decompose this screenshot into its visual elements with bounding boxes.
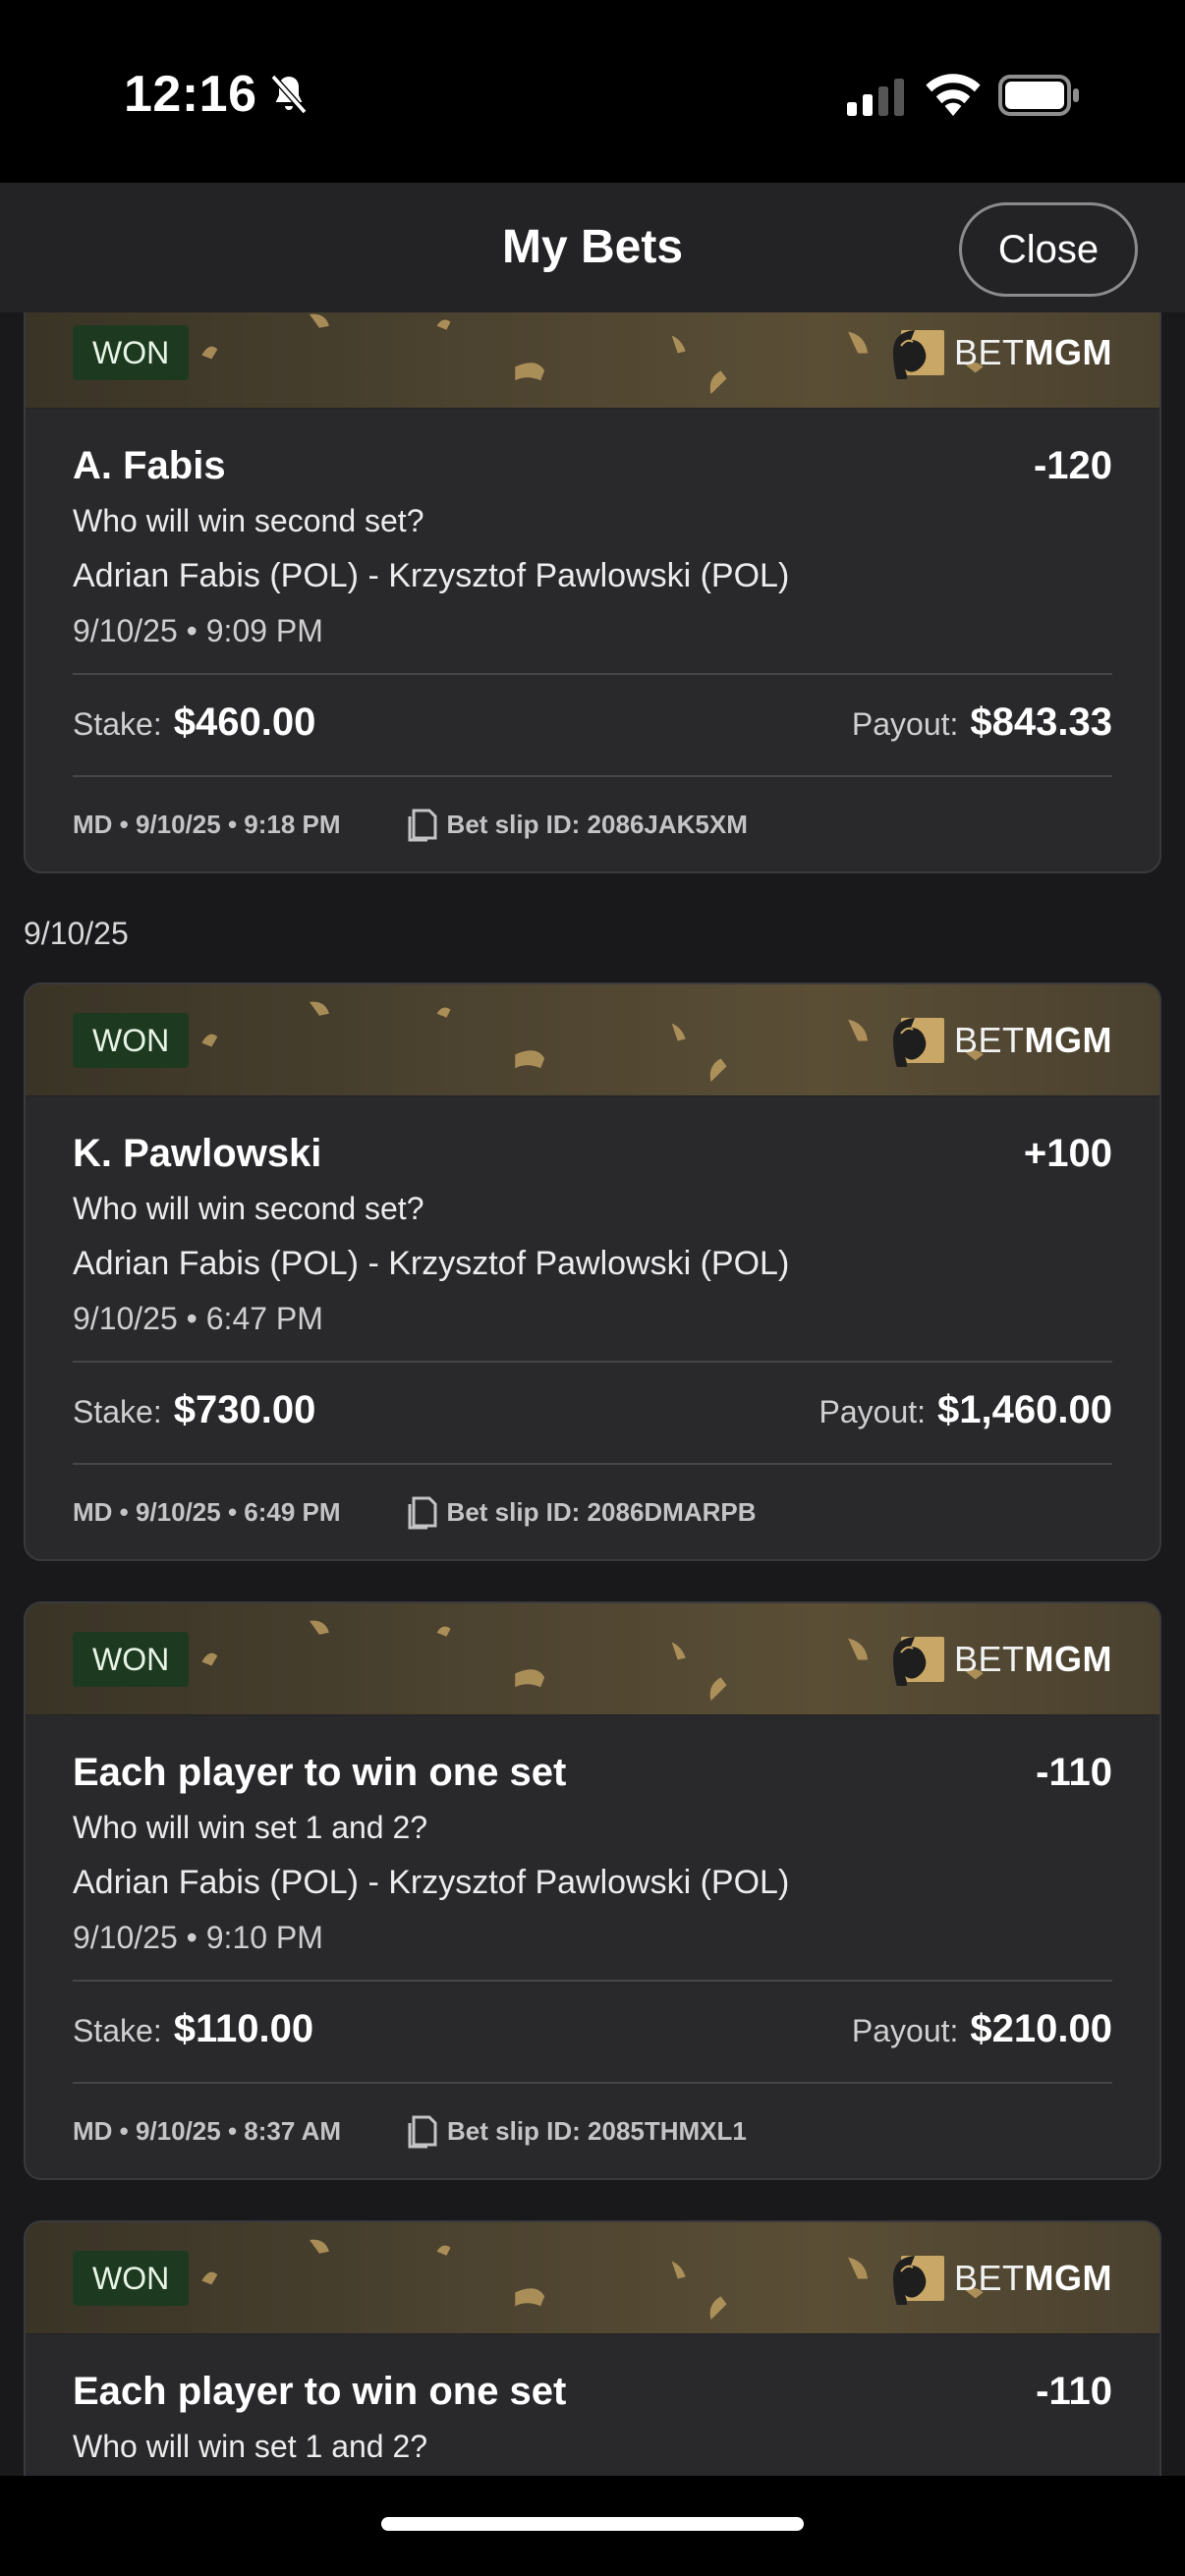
bet-placed-meta: MD • 9/10/25 • 6:49 PM <box>73 1496 341 1527</box>
bell-off-icon <box>270 74 308 115</box>
copy-icon[interactable] <box>404 2111 437 2151</box>
screen: 12:16 My Bets Close WON BETMGM A. Fabis … <box>0 0 1185 2576</box>
betmgm-logo: BETMGM <box>891 1627 1112 1692</box>
payout-amount: $843.33 <box>970 700 1112 744</box>
brand-text: BETMGM <box>954 1020 1112 1060</box>
bet-event: Adrian Fabis (POL) - Krzysztof Pawlowski… <box>73 1245 790 1282</box>
betmgm-logo: BETMGM <box>891 2246 1112 2311</box>
bet-odds: +100 <box>1023 1132 1112 1175</box>
bet-odds: -120 <box>1033 444 1112 487</box>
payout-amount: $1,460.00 <box>937 1388 1112 1431</box>
home-indicator-area <box>0 2476 1185 2576</box>
home-indicator[interactable] <box>381 2517 804 2531</box>
betmgm-logo: BETMGM <box>891 320 1112 385</box>
won-badge: WON <box>73 1632 190 1687</box>
bet-selection: K. Pawlowski <box>73 1132 322 1175</box>
brand-text: BETMGM <box>954 332 1112 372</box>
copy-icon[interactable] <box>404 1492 437 1532</box>
status-time: 12:16 <box>124 66 257 123</box>
bet-selection: Each player to win one set <box>73 2370 567 2413</box>
lion-logo-icon <box>893 330 944 379</box>
payout: Payout: $210.00 <box>851 2007 1112 2050</box>
bet-event-time: 9/10/25 • 6:47 PM <box>73 1301 323 1336</box>
bet-placed-meta: MD • 9/10/25 • 8:37 AM <box>73 2115 342 2146</box>
header: My Bets Close <box>0 183 1185 312</box>
copy-icon[interactable] <box>404 805 437 844</box>
brand-text: BETMGM <box>954 1639 1112 1679</box>
payout: Payout: $1,460.00 <box>818 1388 1112 1431</box>
bet-odds: -110 <box>1036 1751 1112 1794</box>
bet-card[interactable]: WON BETMGM K. Pawlowski +100 Who will wi… <box>24 982 1161 1561</box>
bet-event-time: 9/10/25 • 9:09 PM <box>73 613 323 648</box>
bet-slip-id[interactable]: Bet slip ID: 2086JAK5XM <box>404 805 748 844</box>
bet-card[interactable]: WON BETMGM Each player to win one set -1… <box>24 2220 1161 2476</box>
bet-slip-id[interactable]: Bet slip ID: 2086DMARPB <box>404 1492 757 1532</box>
won-badge: WON <box>73 325 190 380</box>
stake-amount: $110.00 <box>173 2007 314 2050</box>
wifi-icon <box>926 74 981 116</box>
date-separator: 9/10/25 <box>24 916 129 951</box>
bet-banner: WON BETMGM <box>26 312 1159 409</box>
bet-odds: -110 <box>1036 2370 1112 2413</box>
stake-amount: $730.00 <box>173 1388 316 1431</box>
bet-placed-meta: MD • 9/10/25 • 9:18 PM <box>73 809 341 839</box>
bet-event: Adrian Fabis (POL) - Krzysztof Pawlowski… <box>73 1864 790 1901</box>
bet-selection: Each player to win one set <box>73 1751 567 1794</box>
stake: Stake: $730.00 <box>73 1388 316 1431</box>
betmgm-logo: BETMGM <box>891 1008 1112 1073</box>
won-badge: WON <box>73 2251 190 2306</box>
bet-banner: WON BETMGM <box>26 984 1159 1096</box>
status-bar: 12:16 <box>0 0 1185 183</box>
bet-market: Who will win second set? <box>73 1191 424 1226</box>
bet-card[interactable]: WON BETMGM Each player to win one set -1… <box>24 1601 1161 2180</box>
bet-market: Who will win set 1 and 2? <box>73 1810 428 1845</box>
stake-amount: $460.00 <box>173 700 316 744</box>
lion-logo-icon <box>893 1018 944 1067</box>
bet-market: Who will win second set? <box>73 503 424 538</box>
bets-list[interactable]: WON BETMGM A. Fabis -120 Who will win se… <box>0 312 1185 2476</box>
bet-banner: WON BETMGM <box>26 2222 1159 2334</box>
payout: Payout: $843.33 <box>851 700 1112 744</box>
battery-icon <box>998 75 1079 116</box>
bet-banner: WON BETMGM <box>26 1603 1159 1715</box>
won-badge: WON <box>73 1013 190 1068</box>
lion-logo-icon <box>893 2256 944 2305</box>
brand-text: BETMGM <box>954 2258 1112 2298</box>
bet-slip-id[interactable]: Bet slip ID: 2085THMXL1 <box>404 2111 747 2151</box>
stake: Stake: $460.00 <box>73 700 316 744</box>
cellular-signal-icon <box>847 79 904 116</box>
bet-market: Who will win set 1 and 2? <box>73 2429 428 2464</box>
bet-selection: A. Fabis <box>73 444 226 487</box>
payout-amount: $210.00 <box>970 2007 1112 2050</box>
bet-event-time: 9/10/25 • 9:10 PM <box>73 1920 323 1955</box>
bet-event: Adrian Fabis (POL) - Krzysztof Pawlowski… <box>73 557 790 594</box>
bet-card[interactable]: WON BETMGM A. Fabis -120 Who will win se… <box>24 312 1161 873</box>
stake: Stake: $110.00 <box>73 2007 314 2050</box>
lion-logo-icon <box>893 1637 944 1686</box>
close-button[interactable]: Close <box>959 202 1138 297</box>
